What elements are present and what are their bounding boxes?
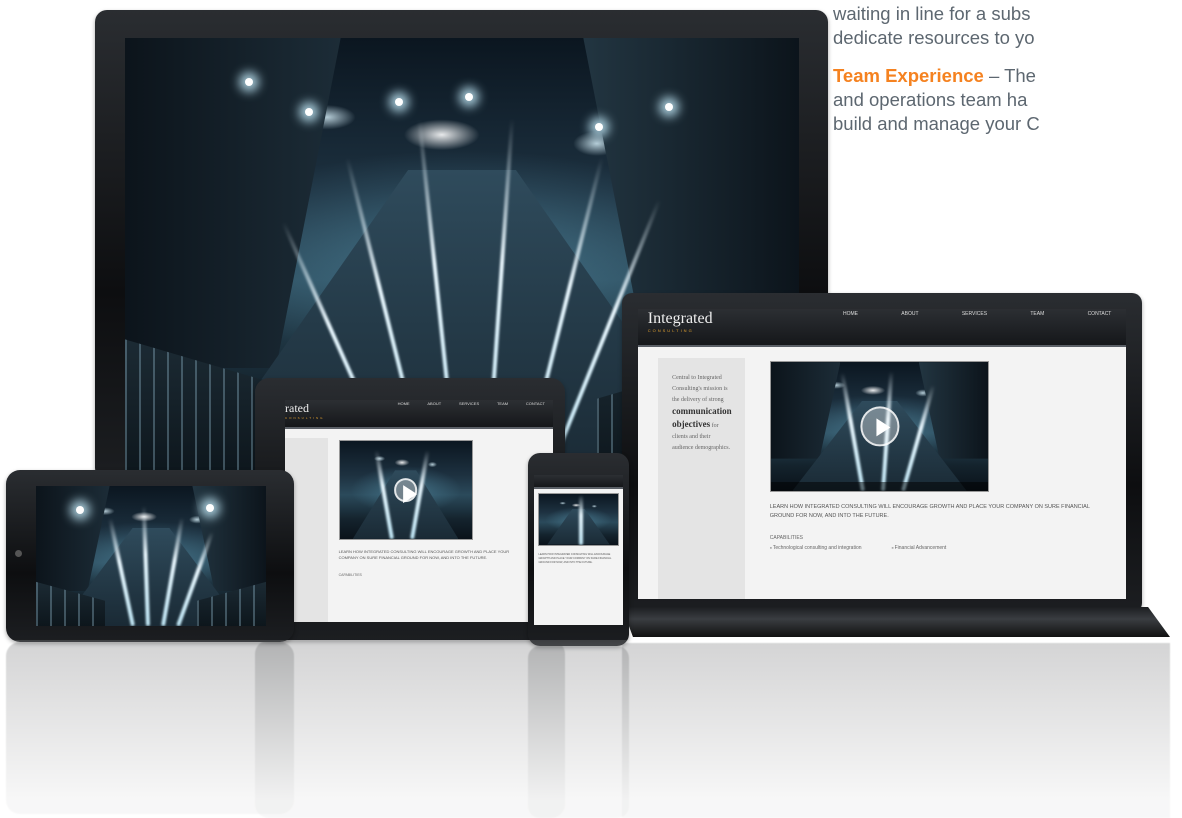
smartphone: LEARN HOW INTEGRATED CONSULTING WILL ENC…: [528, 453, 629, 646]
nav-home[interactable]: HOME: [843, 311, 858, 317]
phone-screen: LEARN HOW INTEGRATED CONSULTING WILL ENC…: [534, 475, 623, 625]
nav-services[interactable]: SERVICES: [962, 311, 987, 317]
team-experience-heading: Team Experience: [833, 65, 984, 86]
capabilities: CAPABILITIES Technological consulting an…: [770, 535, 984, 551]
tablet: rated CONSULTING HOME ABOUT SERVICES TEAM CON…: [255, 378, 565, 640]
video-controls[interactable]: [770, 481, 989, 491]
nav-about[interactable]: ABOUT: [901, 311, 918, 317]
tablet-screen: rated CONSULTING HOME ABOUT SERVICES TEAM CON…: [285, 400, 553, 622]
video-player[interactable]: [769, 361, 990, 492]
video-player[interactable]: [338, 439, 473, 540]
laptop: Integrated CONSULTING HOME ABOUT SERVICES…: [622, 293, 1170, 643]
site-sidebar: Central to Integrated Consulting's missi…: [657, 358, 746, 599]
copy-line: and operations team ha: [833, 89, 1028, 110]
home-button-icon[interactable]: [15, 550, 22, 557]
nav-contact[interactable]: CONTACT: [1088, 311, 1112, 317]
site-nav: HOME ABOUT SERVICES TEAM CONTACT: [843, 311, 1111, 317]
marketing-copy: waiting in line for a subs dedicate reso…: [833, 2, 1182, 150]
copy-paragraph-2: Team Experience – The and operations tea…: [833, 64, 1182, 136]
reflection-fade: [0, 640, 1182, 818]
laptop-keyboard-base: [622, 607, 1170, 637]
play-icon[interactable]: [393, 478, 418, 504]
small-tablet-screen: [36, 486, 266, 626]
copy-line: build and manage your C: [833, 113, 1040, 134]
copy-line: – The: [983, 65, 1036, 86]
play-icon[interactable]: [859, 406, 900, 447]
copy-line: waiting in line for a subs: [833, 3, 1031, 24]
copy-paragraph-1: waiting in line for a subs dedicate reso…: [833, 2, 1182, 50]
copy-line: dedicate resources to yo: [833, 27, 1035, 48]
small-tablet: [6, 470, 294, 642]
site-logo: rated: [285, 400, 309, 415]
learn-text: LEARN HOW INTEGRATED CONSULTING WILL ENC…: [769, 504, 1090, 519]
site-logo: Integrated CONSULTING: [647, 309, 713, 333]
laptop-screen: Integrated CONSULTING HOME ABOUT SERVICES…: [638, 309, 1126, 599]
nav-team[interactable]: TEAM: [1030, 311, 1044, 317]
